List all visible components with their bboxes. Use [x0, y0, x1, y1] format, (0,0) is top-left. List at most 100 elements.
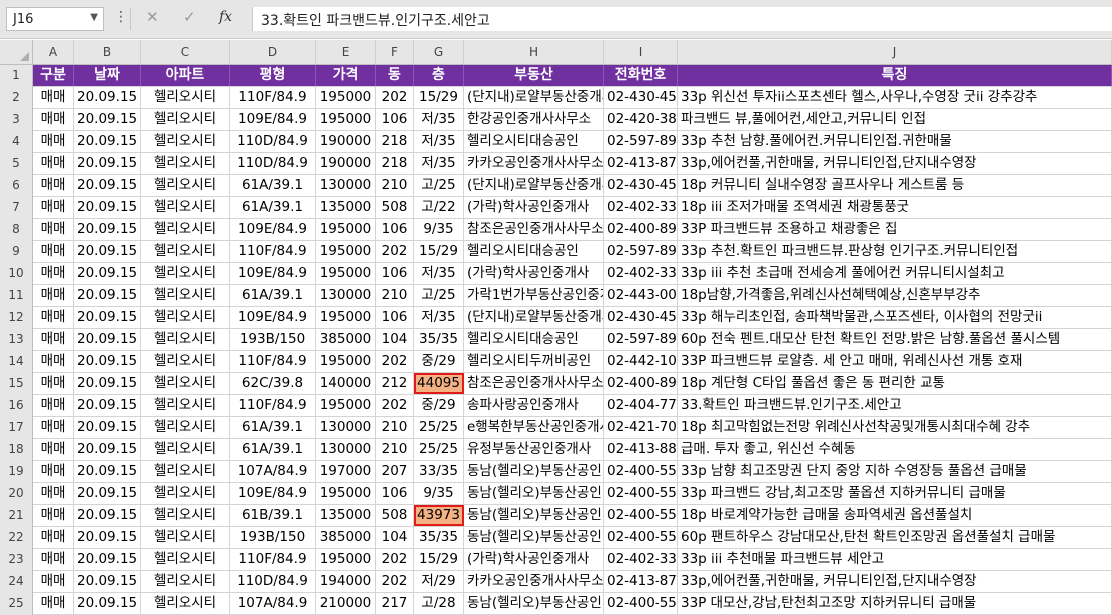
table-cell[interactable]: 9/35: [414, 219, 464, 240]
table-cell[interactable]: 195000: [316, 351, 376, 372]
column-title[interactable]: 층: [414, 65, 464, 86]
table-cell[interactable]: 109E/84.9: [230, 483, 316, 504]
table-cell[interactable]: 61A/39.1: [230, 175, 316, 196]
table-cell[interactable]: 파크밴드 뷰,풀에어컨,세안고,커뮤니티 인접: [678, 109, 1112, 130]
table-cell[interactable]: 헬리오시티: [141, 571, 230, 592]
table-cell[interactable]: 20.09.15: [74, 109, 141, 130]
more-options-icon[interactable]: ⋮: [114, 9, 128, 25]
table-cell[interactable]: 33P 파크밴드뷰 로얄층. 세 안고 매매, 위례신사선 개통 호재: [678, 351, 1112, 372]
table-cell[interactable]: 헬리오시티: [141, 593, 230, 614]
table-cell[interactable]: 헬리오시티: [141, 505, 230, 526]
row-header[interactable]: 16: [0, 395, 33, 417]
table-cell[interactable]: 33p 추천.확트인 파크밴드뷰.판상형 인기구조.커뮤니티인접: [678, 241, 1112, 262]
table-cell[interactable]: 헬리오시티: [141, 483, 230, 504]
table-cell[interactable]: 33P 파크밴드뷰 조용하고 채광좋은 집: [678, 219, 1112, 240]
row-header[interactable]: 20: [0, 483, 33, 505]
row-header[interactable]: 19: [0, 461, 33, 483]
table-cell[interactable]: 130000: [316, 175, 376, 196]
row-header[interactable]: 1: [0, 65, 33, 87]
table-cell[interactable]: 매매: [33, 439, 74, 460]
table-cell[interactable]: 210000: [316, 593, 376, 614]
table-cell[interactable]: 02-400-8900: [604, 219, 678, 240]
table-cell[interactable]: 매매: [33, 571, 74, 592]
table-cell[interactable]: 매매: [33, 527, 74, 548]
table-cell[interactable]: 헬리오시티: [141, 285, 230, 306]
table-cell[interactable]: 20.09.15: [74, 483, 141, 504]
table-cell[interactable]: 197000: [316, 461, 376, 482]
table-cell[interactable]: 헬리오시티: [141, 241, 230, 262]
table-cell[interactable]: 고/25: [414, 175, 464, 196]
column-title[interactable]: 가격: [316, 65, 376, 86]
table-cell[interactable]: 110F/84.9: [230, 241, 316, 262]
table-cell[interactable]: 02-413-8700: [604, 153, 678, 174]
table-cell[interactable]: 18p 바로계약가능한 급매물 송파역세권 옵션풀설치: [678, 505, 1112, 526]
insert-function-button[interactable]: fx: [219, 9, 232, 25]
table-cell[interactable]: 109E/84.9: [230, 307, 316, 328]
table-cell[interactable]: 매매: [33, 593, 74, 614]
table-cell[interactable]: 헬리오시티: [141, 329, 230, 350]
table-cell[interactable]: 헬리오시티: [141, 153, 230, 174]
table-cell[interactable]: 20.09.15: [74, 329, 141, 350]
table-cell[interactable]: 헬리오시티: [141, 395, 230, 416]
table-cell[interactable]: 20.09.15: [74, 263, 141, 284]
table-cell[interactable]: 33p iii 추천매물 파크밴드뷰 세안고: [678, 549, 1112, 570]
table-cell[interactable]: 9/35: [414, 483, 464, 504]
table-cell[interactable]: 107A/84.9: [230, 461, 316, 482]
table-cell[interactable]: 195000: [316, 109, 376, 130]
table-cell[interactable]: 저/35: [414, 153, 464, 174]
table-cell[interactable]: 106: [376, 109, 414, 130]
table-cell[interactable]: 109E/84.9: [230, 109, 316, 130]
table-cell[interactable]: 02-413-8700: [604, 571, 678, 592]
column-header-g[interactable]: G: [414, 40, 464, 64]
table-cell[interactable]: 195000: [316, 219, 376, 240]
check-icon[interactable]: ✓: [183, 8, 196, 26]
table-cell[interactable]: 헬리오시티대승공인: [464, 241, 604, 262]
row-header[interactable]: 8: [0, 219, 33, 241]
chevron-down-icon[interactable]: ▼: [90, 12, 98, 23]
row-header[interactable]: 12: [0, 307, 33, 329]
table-cell[interactable]: 매매: [33, 263, 74, 284]
table-cell[interactable]: 194000: [316, 571, 376, 592]
table-cell[interactable]: 저/35: [414, 263, 464, 284]
table-cell[interactable]: 헬리오시티: [141, 307, 230, 328]
table-cell[interactable]: 202: [376, 241, 414, 262]
table-cell[interactable]: 헬리오시티: [141, 527, 230, 548]
table-cell[interactable]: 62C/39.8: [230, 373, 316, 394]
table-cell[interactable]: 송파사랑공인중개사: [464, 395, 604, 416]
table-cell[interactable]: 61A/39.1: [230, 439, 316, 460]
column-header-c[interactable]: C: [141, 40, 230, 64]
row-header[interactable]: 23: [0, 549, 33, 571]
table-cell[interactable]: 135000: [316, 505, 376, 526]
row-header[interactable]: 6: [0, 175, 33, 197]
table-cell[interactable]: 헬리오시티: [141, 131, 230, 152]
table-cell[interactable]: 193B/150: [230, 527, 316, 548]
column-title[interactable]: 평형: [230, 65, 316, 86]
table-cell[interactable]: 33p 남향 최고조망권 단지 중앙 지하 수영장등 풀옵션 급매물: [678, 461, 1112, 482]
table-cell[interactable]: (단지내)로얄부동산중개사: [464, 87, 604, 108]
table-cell[interactable]: 헬리오시티: [141, 87, 230, 108]
table-cell[interactable]: 매매: [33, 131, 74, 152]
table-cell[interactable]: 02-430-4500: [604, 307, 678, 328]
table-cell[interactable]: 고/25: [414, 285, 464, 306]
table-cell[interactable]: 195000: [316, 395, 376, 416]
table-cell[interactable]: 202: [376, 395, 414, 416]
table-cell[interactable]: 헬리오시티: [141, 175, 230, 196]
table-cell[interactable]: 20.09.15: [74, 285, 141, 306]
table-cell[interactable]: 217: [376, 593, 414, 614]
highlighted-cell[interactable]: 43973: [414, 505, 464, 526]
column-header-h[interactable]: H: [464, 40, 604, 64]
table-cell[interactable]: 헬리오시티: [141, 109, 230, 130]
table-cell[interactable]: 110F/84.9: [230, 351, 316, 372]
column-header-i[interactable]: I: [604, 40, 678, 64]
table-cell[interactable]: 매매: [33, 461, 74, 482]
table-cell[interactable]: 33P 대모산,강남,탄천최고조망 지하커뮤니티 급매물: [678, 593, 1112, 614]
table-cell[interactable]: 25/25: [414, 417, 464, 438]
table-cell[interactable]: 20.09.15: [74, 197, 141, 218]
table-cell[interactable]: 110D/84.9: [230, 153, 316, 174]
table-cell[interactable]: 20.09.15: [74, 549, 141, 570]
table-cell[interactable]: 매매: [33, 417, 74, 438]
table-cell[interactable]: 190000: [316, 131, 376, 152]
table-cell[interactable]: 385000: [316, 527, 376, 548]
table-cell[interactable]: 508: [376, 197, 414, 218]
table-cell[interactable]: 02-421-7000: [604, 417, 678, 438]
